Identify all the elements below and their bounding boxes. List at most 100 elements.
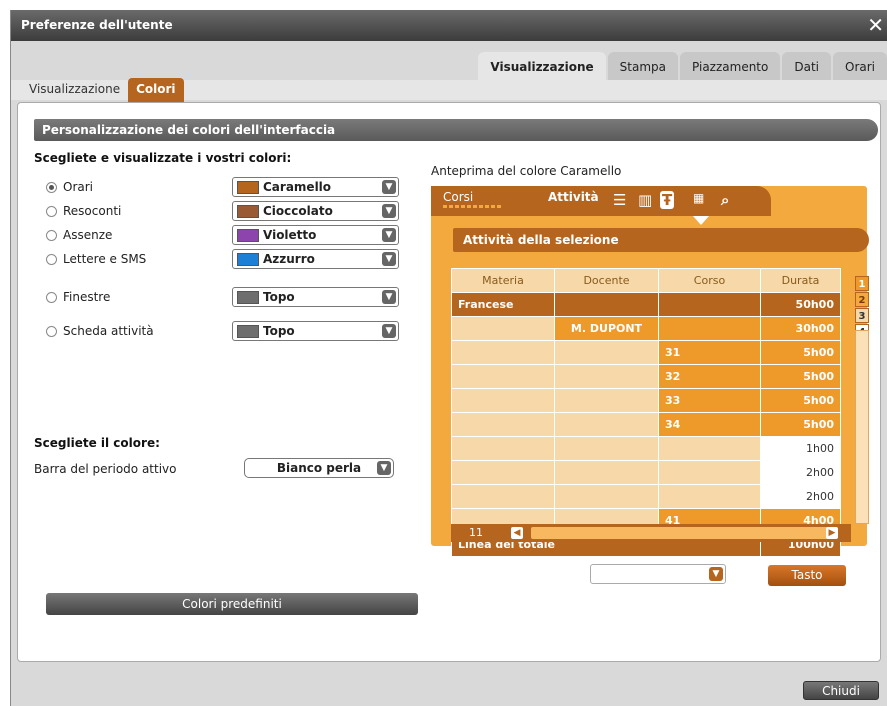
- level-tab-2[interactable]: 2: [855, 292, 869, 307]
- cell: [658, 292, 761, 317]
- preview-dropdown[interactable]: ▼: [590, 564, 726, 584]
- choose-colors-label: Scegliete e visualizzate i vostri colori…: [34, 151, 292, 165]
- radio-dot[interactable]: [46, 205, 57, 217]
- preview-tab-corsi[interactable]: Corsi: [443, 190, 503, 208]
- swatch: [237, 228, 259, 242]
- swatch: [237, 324, 259, 338]
- radio-finestre[interactable]: Finestre: [46, 290, 110, 304]
- radio-label: Orari: [63, 180, 93, 194]
- swatch: [237, 204, 259, 218]
- section-header: Personalizzazione dei colori dell'interf…: [34, 119, 878, 141]
- cell: 31: [658, 340, 761, 365]
- columns-icon[interactable]: ▥: [638, 191, 652, 209]
- cell: [451, 340, 555, 365]
- cell: [658, 460, 761, 485]
- preview-section-header: Attività della selezione: [453, 228, 869, 252]
- col-header[interactable]: Durata: [760, 268, 841, 293]
- colors-panel: Personalizzazione dei colori dell'interf…: [17, 102, 881, 662]
- preview-tab-attivita[interactable]: Attività: [548, 190, 599, 204]
- table-header-row: Materia Docente Corso Durata: [451, 268, 841, 293]
- cell: [658, 484, 761, 509]
- tab-visualizzazione[interactable]: Visualizzazione: [478, 52, 606, 80]
- chevron-down-icon[interactable]: ▼: [709, 567, 723, 581]
- select-lettere-sms[interactable]: Azzurro ▼: [232, 249, 399, 269]
- radio-dot[interactable]: [46, 181, 57, 193]
- table-row[interactable]: 31 5h00: [451, 340, 841, 365]
- radio-label: Finestre: [63, 290, 111, 304]
- chevron-down-icon[interactable]: ▼: [382, 228, 396, 242]
- radio-resoconti[interactable]: Resoconti: [46, 204, 121, 218]
- chevron-down-icon[interactable]: ▼: [382, 290, 396, 304]
- search-icon[interactable]: ⌕: [721, 191, 729, 209]
- select-scheda-attivita[interactable]: Topo ▼: [232, 321, 399, 341]
- cell: 32: [658, 364, 761, 389]
- select-resoconti[interactable]: Cioccolato ▼: [232, 201, 399, 221]
- radio-dot[interactable]: [46, 291, 57, 303]
- horizontal-scrollbar[interactable]: 11 ◀ ▶: [451, 524, 851, 542]
- vertical-scrollbar[interactable]: [855, 330, 869, 524]
- cell: [554, 292, 659, 317]
- subtab-colori[interactable]: Colori: [128, 78, 184, 102]
- tab-piazzamento[interactable]: Piazzamento: [680, 52, 781, 80]
- cell: 2h00: [760, 460, 841, 485]
- table-row[interactable]: 33 5h00: [451, 388, 841, 413]
- select-value: Topo: [263, 290, 295, 304]
- table-row[interactable]: 32 5h00: [451, 364, 841, 389]
- col-header[interactable]: Docente: [554, 268, 659, 293]
- window-title: Preferenze dell'utente: [21, 18, 173, 32]
- table-row[interactable]: 1h00: [451, 436, 841, 461]
- radio-label: Assenze: [63, 228, 113, 242]
- tab-dati[interactable]: Dati: [782, 52, 831, 80]
- sub-tabs: Visualizzazione Colori: [21, 78, 184, 102]
- chevron-down-icon[interactable]: ▼: [377, 461, 391, 475]
- level-tab-3[interactable]: 3: [855, 308, 869, 323]
- select-orari[interactable]: Caramello ▼: [232, 177, 399, 197]
- grid-text-icon[interactable]: ▦: [693, 191, 704, 205]
- col-header[interactable]: Corso: [658, 268, 761, 293]
- table-row[interactable]: 34 5h00: [451, 412, 841, 437]
- cell: 2h00: [760, 484, 841, 509]
- select-value: Azzurro: [263, 252, 315, 266]
- cell: 34: [658, 412, 761, 437]
- table-row[interactable]: 2h00: [451, 484, 841, 509]
- preview-area: Corsi Attività ☰ ▥ Ŧ ▦ ⌕ Attività della …: [431, 186, 869, 557]
- cell: [451, 484, 555, 509]
- tab-stampa[interactable]: Stampa: [607, 52, 679, 80]
- tab-orari[interactable]: Orari: [833, 52, 887, 80]
- text-color-icon[interactable]: Ŧ: [660, 191, 675, 209]
- select-finestre[interactable]: Topo ▼: [232, 287, 399, 307]
- radio-assenze[interactable]: Assenze: [46, 228, 112, 242]
- table-row[interactable]: Francese 50h00: [451, 292, 841, 317]
- cell: [451, 388, 555, 413]
- radio-dot[interactable]: [46, 325, 57, 337]
- list-icon[interactable]: ☰: [613, 191, 626, 209]
- close-button[interactable]: Chiudi: [803, 681, 879, 700]
- select-period-bar[interactable]: Bianco perla ▼: [244, 458, 394, 478]
- radio-scheda-attivita[interactable]: Scheda attività: [46, 324, 154, 338]
- tasto-button[interactable]: Tasto: [768, 565, 846, 586]
- subtab-visualizzazione[interactable]: Visualizzazione: [21, 78, 128, 102]
- radio-dot[interactable]: [46, 253, 57, 265]
- level-tab-1[interactable]: 1: [855, 276, 869, 291]
- chevron-down-icon[interactable]: ▼: [382, 252, 396, 266]
- chevron-down-icon[interactable]: ▼: [382, 180, 396, 194]
- select-assenze[interactable]: Violetto ▼: [232, 225, 399, 245]
- radio-dot[interactable]: [46, 229, 57, 241]
- preferences-window: Preferenze dell'utente ✕ Visualizzazione…: [10, 10, 887, 706]
- scroll-right-icon[interactable]: ▶: [826, 527, 838, 539]
- chevron-down-icon[interactable]: ▼: [382, 324, 396, 338]
- col-header[interactable]: Materia: [451, 268, 555, 293]
- table-row[interactable]: 2h00: [451, 460, 841, 485]
- preset-colors-button[interactable]: Colori predefiniti: [46, 593, 418, 615]
- table-row[interactable]: M. DUPONT 30h00: [451, 316, 841, 341]
- preview-title: Anteprima del colore Caramello: [431, 164, 622, 178]
- select-value: Bianco perla: [276, 461, 362, 475]
- scroll-left-icon[interactable]: ◀: [511, 527, 523, 539]
- chevron-down-icon[interactable]: ▼: [382, 204, 396, 218]
- close-icon[interactable]: ✕: [867, 13, 884, 37]
- radio-orari[interactable]: Orari: [46, 180, 93, 194]
- radio-lettere-sms[interactable]: Lettere e SMS: [46, 252, 146, 266]
- swatch: [237, 252, 259, 266]
- scroll-thumb[interactable]: [531, 527, 836, 539]
- cell: 30h00: [760, 316, 841, 341]
